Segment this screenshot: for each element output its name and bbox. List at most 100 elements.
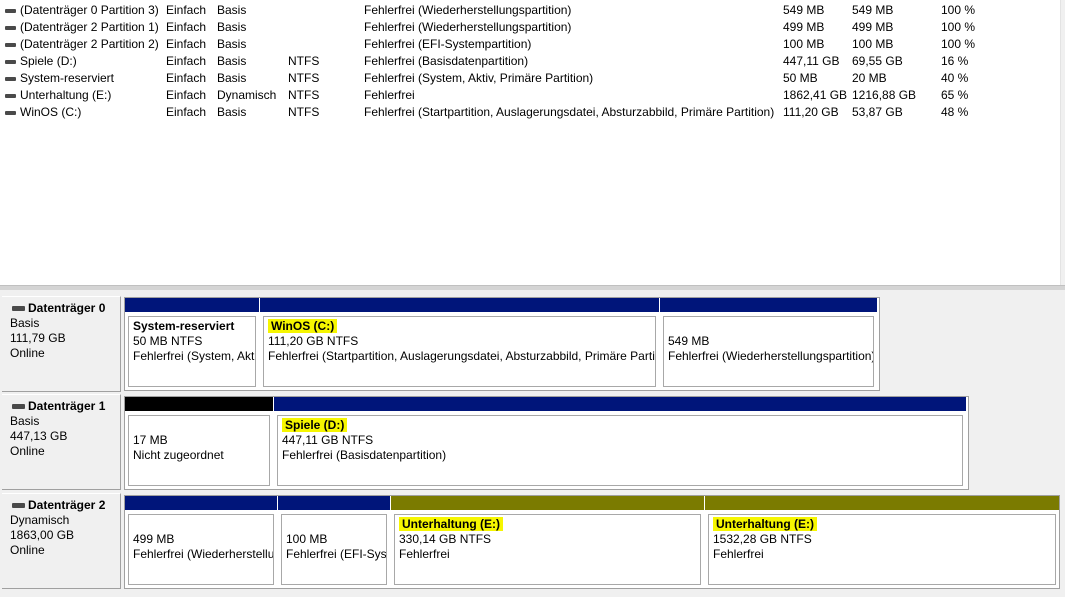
volume-layout: Einfach xyxy=(166,54,207,68)
disk-1-partition-bar: 17 MB Nicht zugeordnet Spiele (D:) 447,1… xyxy=(124,396,969,490)
vertical-scrollbar[interactable] xyxy=(1060,0,1065,285)
partition-winos-c[interactable]: WinOS (C:) 111,20 GB NTFS Fehlerfrei (St… xyxy=(260,298,659,390)
volume-name: WinOS (C:) xyxy=(20,105,82,119)
partition-header xyxy=(125,496,277,510)
partition-system-reserved[interactable]: System-reserviert 50 MB NTFS Fehlerfrei … xyxy=(125,298,259,390)
disk-icon xyxy=(12,404,25,409)
partition-recovery[interactable]: 499 MB Fehlerfrei (Wiederherstellungspar… xyxy=(125,496,277,588)
volume-free-space: 20 MB xyxy=(852,71,887,85)
volume-free-space: 549 MB xyxy=(852,3,894,17)
partition-unterhaltung-e-part1[interactable]: Unterhaltung (E:) 330,14 GB NTFS Fehlerf… xyxy=(391,496,704,588)
volume-free-percent: 100 % xyxy=(941,20,976,34)
volume-row[interactable]: (Datenträger 2 Partition 2) Einfach Basi… xyxy=(0,36,1060,53)
volume-capacity: 100 MB xyxy=(783,37,825,51)
partition-recovery[interactable]: 549 MB Fehlerfrei (Wiederherstellungspar… xyxy=(660,298,877,390)
disk-0-label[interactable]: Datenträger 0 Basis 111,79 GB Online xyxy=(2,296,121,392)
volume-filesystem: NTFS xyxy=(288,54,320,68)
volume-free-percent: 100 % xyxy=(941,3,976,17)
disk-0-state: Online xyxy=(10,346,45,360)
partition-size: 549 MB xyxy=(668,334,710,348)
drive-icon xyxy=(5,9,16,13)
partition-size: 100 MB xyxy=(286,532,328,546)
volume-layout: Einfach xyxy=(166,20,207,34)
volume-type: Basis xyxy=(217,105,247,119)
partition-size: 50 MB NTFS xyxy=(133,334,203,348)
volume-filesystem: NTFS xyxy=(288,88,320,102)
volume-free-space: 499 MB xyxy=(852,20,894,34)
partition-header xyxy=(125,298,259,312)
disk-name: Datenträger 0 xyxy=(10,301,120,316)
volume-layout: Einfach xyxy=(166,88,207,102)
volume-capacity: 50 MB xyxy=(783,71,818,85)
disk-name: Datenträger 1 xyxy=(10,399,120,414)
partition-efi-system[interactable]: 100 MB Fehlerfrei (EFI-Systempartition) xyxy=(278,496,390,588)
partition-size: 111,20 GB NTFS xyxy=(268,334,359,348)
volume-row[interactable]: System-reserviert Einfach Basis NTFS Feh… xyxy=(0,70,1060,87)
volume-capacity: 111,20 GB xyxy=(783,105,839,119)
disk-2-label[interactable]: Datenträger 2 Dynamisch 1863,00 GB Onlin… xyxy=(2,493,121,589)
partition-header xyxy=(260,298,659,312)
disk-2-size: 1863,00 GB xyxy=(10,528,75,542)
volume-layout: Einfach xyxy=(166,105,207,119)
volume-free-percent: 48 % xyxy=(941,105,969,119)
disk-0-name: Datenträger 0 xyxy=(28,301,106,315)
partition-title: System-reserviert xyxy=(133,319,235,333)
disk-1-label[interactable]: Datenträger 1 Basis 447,13 GB Online xyxy=(2,394,121,490)
volume-type: Basis xyxy=(217,54,247,68)
partition-size: 17 MB xyxy=(133,433,168,447)
volume-layout: Einfach xyxy=(166,37,207,51)
partition-title: WinOS (C:) xyxy=(268,319,338,333)
partition-header xyxy=(274,397,966,411)
partition-unterhaltung-e-part2[interactable]: Unterhaltung (E:) 1532,28 GB NTFS Fehler… xyxy=(705,496,1059,588)
volume-name: (Datenträger 0 Partition 3) xyxy=(20,3,159,17)
disk-1-type: Basis xyxy=(10,414,40,428)
volume-row[interactable]: (Datenträger 0 Partition 3) Einfach Basi… xyxy=(0,2,1060,19)
disk-name: Datenträger 2 xyxy=(10,498,120,513)
partition-status: Fehlerfrei (System, Aktiv, Primäre Parti… xyxy=(133,349,255,363)
volume-row[interactable]: WinOS (C:) Einfach Basis NTFS Fehlerfrei… xyxy=(0,104,1060,121)
partition-size: 447,11 GB NTFS xyxy=(282,433,374,447)
volume-type: Basis xyxy=(217,37,247,51)
disk-2-type: Dynamisch xyxy=(10,513,70,527)
volume-status: Fehlerfrei (Startpartition, Auslagerungs… xyxy=(364,105,775,119)
disk-0-size: 111,79 GB xyxy=(10,331,66,345)
volume-row[interactable]: (Datenträger 2 Partition 1) Einfach Basi… xyxy=(0,19,1060,36)
volume-layout: Einfach xyxy=(166,3,207,17)
partition-spiele-d[interactable]: Spiele (D:) 447,11 GB NTFS Fehlerfrei (B… xyxy=(274,397,966,489)
disk-icon xyxy=(12,306,25,311)
partition-status: Fehlerfrei xyxy=(713,547,764,561)
volume-filesystem: NTFS xyxy=(288,71,320,85)
volume-layout: Einfach xyxy=(166,71,207,85)
partition-title: Unterhaltung (E:) xyxy=(399,517,503,531)
partition-title: Spiele (D:) xyxy=(282,418,348,432)
partition-unallocated[interactable]: 17 MB Nicht zugeordnet xyxy=(125,397,273,489)
partition-status: Nicht zugeordnet xyxy=(133,448,224,462)
drive-icon xyxy=(5,60,16,64)
volume-filesystem: NTFS xyxy=(288,105,320,119)
partition-size: 1532,28 GB NTFS xyxy=(713,532,812,546)
disk-graphical-view: Datenträger 0 Basis 111,79 GB Online Sys… xyxy=(0,290,1065,597)
volume-capacity: 499 MB xyxy=(783,20,825,34)
volume-status: Fehlerfrei (EFI-Systempartition) xyxy=(364,37,532,51)
volume-row[interactable]: Unterhaltung (E:) Einfach Dynamisch NTFS… xyxy=(0,87,1060,104)
volume-status: Fehlerfrei (Wiederherstellungspartition) xyxy=(364,3,572,17)
volume-free-percent: 100 % xyxy=(941,37,976,51)
disk-1-state: Online xyxy=(10,444,45,458)
volume-status: Fehlerfrei (Basisdatenpartition) xyxy=(364,54,529,68)
volume-row[interactable]: Spiele (D:) Einfach Basis NTFS Fehlerfre… xyxy=(0,53,1060,70)
disk-2-name: Datenträger 2 xyxy=(28,498,106,512)
partition-status: Fehlerfrei (Startpartition, Auslagerungs… xyxy=(268,349,656,363)
volume-capacity: 549 MB xyxy=(783,3,825,17)
disk-icon xyxy=(12,503,25,508)
partition-status: Fehlerfrei xyxy=(399,547,450,561)
volume-free-space: 1216,88 GB xyxy=(852,88,917,102)
disk-0-type: Basis xyxy=(10,316,40,330)
volume-type: Basis xyxy=(217,71,247,85)
volume-type: Dynamisch xyxy=(217,88,277,102)
volume-capacity: 1862,41 GB xyxy=(783,88,848,102)
partition-header xyxy=(278,496,390,510)
partition-title: Unterhaltung (E:) xyxy=(713,517,817,531)
volume-name: (Datenträger 2 Partition 1) xyxy=(20,20,159,34)
disk-2-state: Online xyxy=(10,543,45,557)
drive-icon xyxy=(5,111,16,115)
